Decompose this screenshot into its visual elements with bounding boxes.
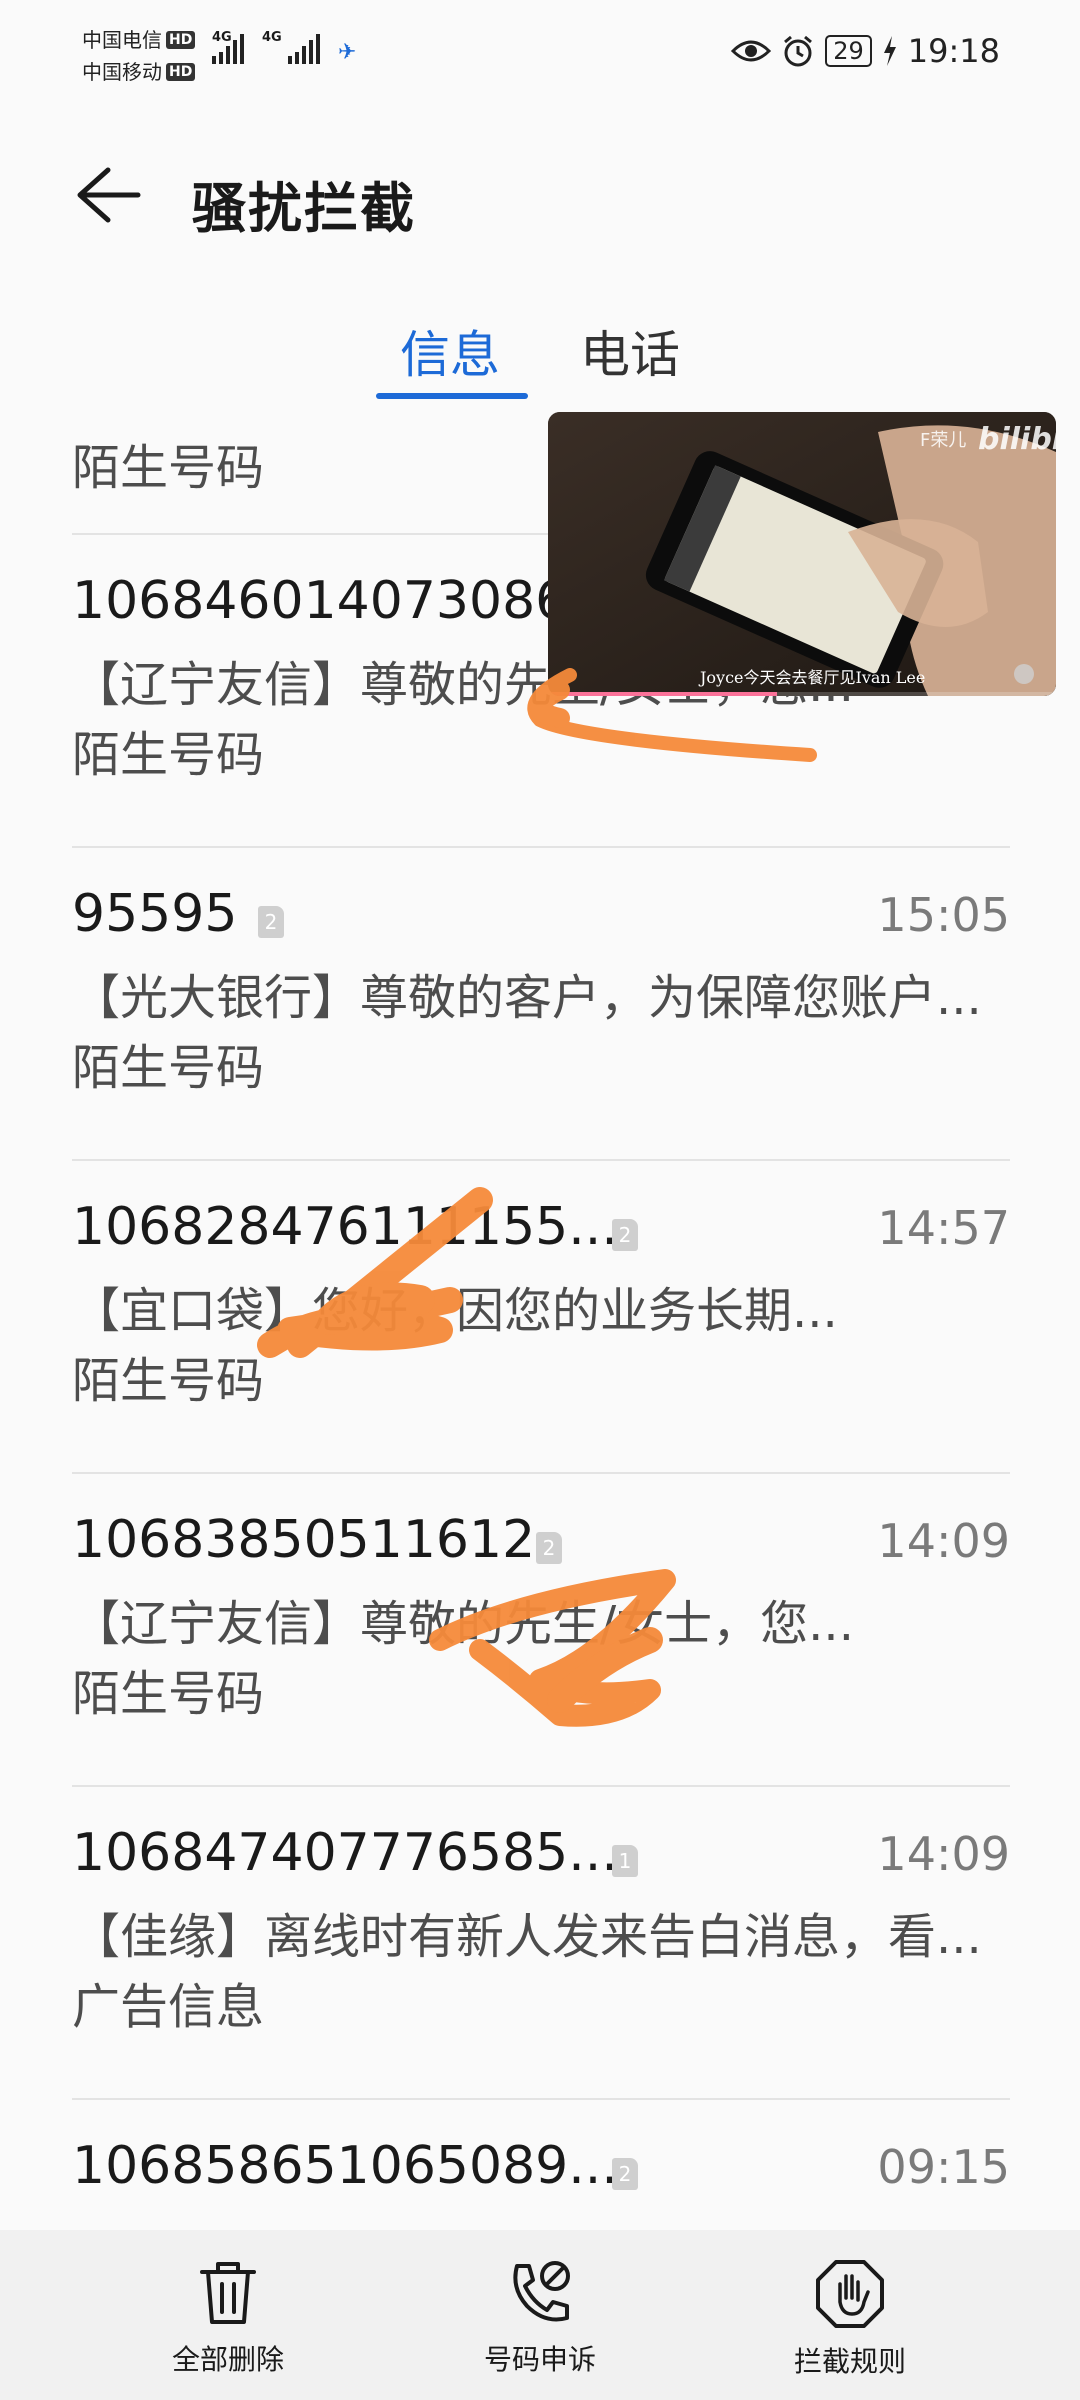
message-preview: 【佳缘】离线时有新人发来告白消息，看... <box>72 1909 982 1965</box>
phone-appeal-icon <box>513 2261 570 2322</box>
message-preview: 【宜口袋】您好，因您的业务长期... <box>72 1283 838 1339</box>
signal-strength-icon: 4G <box>212 30 244 64</box>
block-rules-button[interactable]: 拦截规则 <box>750 2258 950 2380</box>
battery-level: 29 <box>825 35 872 67</box>
back-arrow-icon <box>77 167 141 223</box>
item-category-label: 陌生号码 <box>72 1353 265 1409</box>
sim-badge-icon: 2 <box>536 1532 562 1564</box>
charging-icon <box>883 36 896 66</box>
app-bar: 骚扰拦截 <box>0 150 1080 240</box>
sim-badge-icon: 2 <box>612 2158 638 2190</box>
sender-number: 106846014073086... <box>72 571 618 631</box>
carrier-2-label: 中国移动 <box>82 60 162 84</box>
sender-number: 95595 <box>72 884 238 944</box>
floating-video-window[interactable]: F荣儿 bilibili Joyce今天会去餐厅见Ivan Lee <box>548 412 1056 696</box>
bird-notification-icon: ✈ <box>338 40 357 65</box>
network-type-label-2: 4G <box>262 30 282 45</box>
tab-bar: 信息 电话 <box>0 315 1080 405</box>
number-appeal-label: 号码申诉 <box>483 2343 596 2376</box>
hd-badge-1: HD <box>166 31 196 49</box>
status-bar: 中国电信 HD 中国移动 HD 4G 4G ✈ 29 19:18 <box>0 0 1080 110</box>
list-item[interactable]: 106828476111155... 2 14:57 【宜口袋】您好，因您的业务… <box>72 1161 1010 1474</box>
list-item[interactable]: 106858651065089... 2 09:15 <box>72 2100 1010 2230</box>
message-time: 14:57 <box>877 1201 1010 1255</box>
sim-badge-icon: 2 <box>612 1219 638 1251</box>
item-category-label: 陌生号码 <box>72 1666 265 1722</box>
video-progress-bar[interactable] <box>548 692 1056 696</box>
sender-number: 106858651065089... <box>72 2136 618 2196</box>
message-time: 14:09 <box>877 1827 1010 1881</box>
message-time: 14:09 <box>877 1514 1010 1568</box>
eye-icon <box>731 40 772 62</box>
carrier-info: 中国电信 HD 中国移动 HD <box>82 24 196 88</box>
bottom-toolbar: 全部删除 号码申诉 拦截规则 <box>0 2230 1080 2400</box>
sender-number: 106847407776585... <box>72 1823 618 1883</box>
item-category-label: 陌生号码 <box>72 727 265 783</box>
hand-stop-icon <box>816 2260 884 2328</box>
list-item[interactable]: 95595 2 15:05 【光大银行】尊敬的客户，为保障您账户... 陌生号码 <box>72 848 1010 1161</box>
sender-number: 10683850511612 <box>72 1510 536 1570</box>
message-preview: 【光大银行】尊敬的客户，为保障您账户... <box>72 970 982 1026</box>
signal-indicators: 4G 4G <box>212 30 320 64</box>
system-icons: 29 19:18 <box>731 32 1000 70</box>
hd-badge-2: HD <box>166 63 196 81</box>
back-button[interactable] <box>72 160 142 230</box>
active-tab-indicator <box>376 393 528 399</box>
item-category-label: 广告信息 <box>72 1979 265 2035</box>
signal-strength-icon: 4G <box>262 30 320 64</box>
sim-badge-icon: 2 <box>258 906 284 938</box>
message-preview: 【辽宁友信】尊敬的先生/女士，您... <box>72 1596 854 1652</box>
video-progress-fill <box>548 692 777 696</box>
message-time: 15:05 <box>877 888 1010 942</box>
delete-all-button[interactable]: 全部删除 <box>128 2258 328 2378</box>
sender-number: 106828476111155... <box>72 1197 618 1257</box>
list-item[interactable]: 10683850511612 2 14:09 【辽宁友信】尊敬的先生/女士，您.… <box>72 1474 1010 1787</box>
delete-all-label: 全部删除 <box>171 2343 284 2376</box>
carrier-1-label: 中国电信 <box>82 28 162 52</box>
network-type-label-1: 4G <box>212 30 232 45</box>
block-rules-label: 拦截规则 <box>793 2345 906 2378</box>
message-time: 09:15 <box>877 2140 1010 2194</box>
page-title: 骚扰拦截 <box>192 177 416 240</box>
item-category-label: 陌生号码 <box>72 1040 265 1096</box>
item-category-label: 陌生号码 <box>72 440 265 496</box>
list-item[interactable]: 106847407776585... 1 14:09 【佳缘】离线时有新人发来告… <box>72 1787 1010 2100</box>
alarm-icon <box>784 35 813 67</box>
sim-badge-icon: 1 <box>612 1845 638 1877</box>
bilibili-watermark: bilibili <box>978 422 1056 457</box>
tab-calls[interactable]: 电话 <box>580 315 680 387</box>
tab-messages[interactable]: 信息 <box>400 315 500 387</box>
video-channel-label: F荣儿 <box>920 430 967 451</box>
video-subtitle: Joyce今天会去餐厅见Ivan Lee <box>700 668 926 687</box>
trash-icon <box>200 2262 256 2324</box>
number-appeal-button[interactable]: 号码申诉 <box>440 2258 640 2378</box>
clock-time: 19:18 <box>907 32 1000 70</box>
